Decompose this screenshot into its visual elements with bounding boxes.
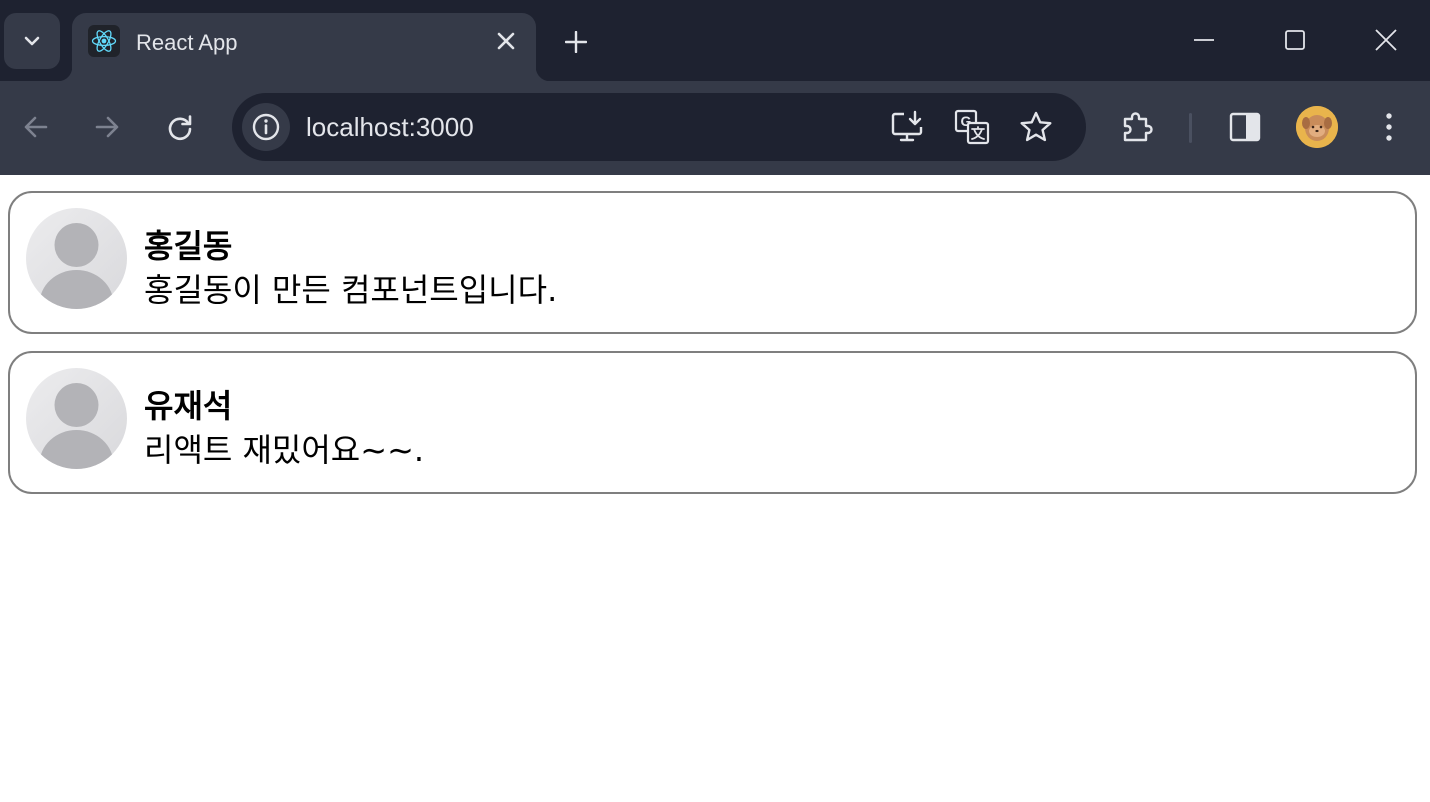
- arrow-left-icon: [24, 116, 48, 138]
- toolbar-separator: [1189, 113, 1192, 143]
- close-window-button[interactable]: [1356, 16, 1416, 64]
- comment-text: 리액트 재밌어요~~.: [144, 431, 425, 469]
- star-icon: [1020, 111, 1052, 142]
- site-info-button[interactable]: [242, 103, 290, 151]
- url-text[interactable]: localhost:3000: [306, 112, 474, 143]
- translate-button[interactable]: G: [952, 107, 992, 147]
- tab-close-button[interactable]: [494, 29, 518, 53]
- maximize-icon: [1285, 30, 1305, 50]
- browser-tab[interactable]: React App: [58, 13, 550, 81]
- comment-author-name: 유재석: [144, 387, 233, 425]
- extensions-button[interactable]: [1115, 104, 1161, 150]
- side-panel-button[interactable]: [1222, 104, 1268, 150]
- install-app-button[interactable]: [888, 107, 928, 147]
- back-button[interactable]: [13, 104, 59, 150]
- reload-icon: [168, 115, 192, 141]
- arrow-right-icon: [95, 116, 119, 138]
- tab-title: React App: [136, 30, 238, 55]
- close-icon: [497, 32, 515, 50]
- side-panel-icon: [1229, 112, 1261, 142]
- chevron-down-icon: [24, 36, 40, 46]
- install-app-icon: [891, 110, 923, 142]
- translate-icon: G: [954, 109, 990, 145]
- reload-button[interactable]: [157, 104, 203, 150]
- minimize-window-button[interactable]: [1174, 16, 1234, 64]
- comment-card: 유재석 리액트 재밌어요~~.: [8, 351, 1417, 494]
- plus-icon: [565, 31, 587, 53]
- info-icon: [252, 113, 280, 141]
- kebab-menu-icon: [1386, 113, 1392, 141]
- profile-avatar[interactable]: [1296, 106, 1338, 148]
- new-tab-button[interactable]: [556, 24, 596, 60]
- maximize-window-button[interactable]: [1265, 16, 1325, 64]
- default-user-avatar-icon: [26, 368, 127, 469]
- comment-author-name: 홍길동: [144, 227, 233, 265]
- react-logo-icon: [88, 25, 120, 57]
- forward-button[interactable]: [84, 104, 130, 150]
- comment-card: 홍길동 홍길동이 만든 컴포넌트입니다.: [8, 191, 1417, 334]
- tab-search-button[interactable]: [4, 13, 60, 69]
- browser-menu-button[interactable]: [1366, 104, 1412, 150]
- close-icon: [1375, 29, 1397, 51]
- profile-picture-icon: [1296, 106, 1338, 148]
- comment-text: 홍길동이 만든 컴포넌트입니다.: [144, 271, 558, 309]
- minimize-icon: [1194, 39, 1214, 41]
- browser-toolbar: localhost:3000 G: [0, 81, 1430, 175]
- default-user-avatar-icon: [26, 208, 127, 309]
- page-content: 홍길동 홍길동이 만든 컴포넌트입니다. 유재석 리액트 재밌어요~~.: [0, 175, 1430, 802]
- puzzle-icon: [1123, 112, 1153, 142]
- bookmark-button[interactable]: [1016, 107, 1056, 147]
- address-bar[interactable]: localhost:3000 G: [232, 93, 1086, 161]
- browser-titlebar: React App: [0, 0, 1430, 81]
